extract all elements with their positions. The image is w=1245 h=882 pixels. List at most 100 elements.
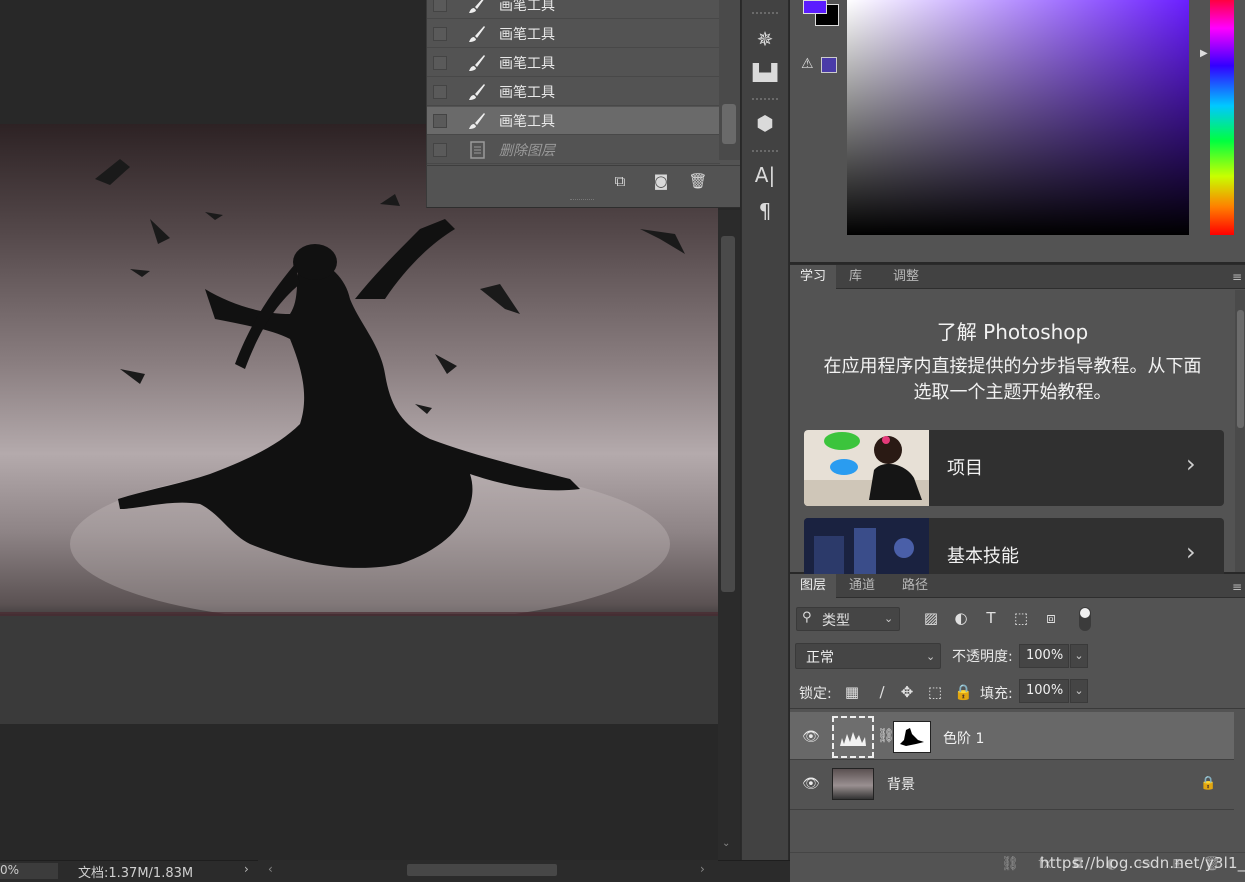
lock-artboard-icon[interactable]: ⬚ [926,683,944,701]
history-state-selected[interactable]: 画笔工具 [427,107,720,135]
horizontal-scroll-thumb[interactable] [407,864,557,876]
eye-visibility-icon[interactable]: 👁 [802,729,820,745]
zoom-level-field[interactable]: 0% [0,863,58,879]
document-icon [470,141,485,159]
status-menu-chevron-icon[interactable]: › [244,862,249,876]
tab-libraries[interactable]: 库 [839,265,872,289]
layer-name[interactable]: 色阶 1 [943,728,984,748]
scroll-down-arrow-icon[interactable]: ⌄ [722,838,730,849]
link-layers-icon[interactable]: ⛓ [1000,856,1020,876]
opacity-label: 不透明度: [952,649,1013,665]
brush-icon [469,55,485,71]
history-state-undone[interactable]: 删除图层 [427,136,720,164]
learn-card-projects[interactable]: 项目 › [804,430,1224,506]
new-document-from-state-icon[interactable]: ⧉ [610,172,630,192]
panel-menu-icon[interactable]: ≡ [1232,580,1242,594]
character-text-icon[interactable]: A| [752,162,778,188]
panel-resize-grip[interactable] [570,199,594,203]
histogram-icon [840,732,866,746]
history-brush-toggle[interactable] [433,85,447,99]
fill-label: 填充: [980,686,1013,702]
history-brush-toggle[interactable] [433,0,447,12]
3d-cube-icon[interactable]: ⬢ [752,110,778,136]
hue-slider[interactable] [1210,0,1234,235]
lock-image-pixels-brush-icon[interactable]: ∕ [873,683,891,701]
trash-icon[interactable]: 🗑 [688,172,708,192]
levels-adjustment-thumbnail[interactable] [832,716,874,758]
history-scroll-thumb[interactable] [722,104,736,144]
lock-position-move-icon[interactable]: ✥ [898,683,916,701]
tab-layers[interactable]: 图层 [790,574,837,598]
watermark-text: https://blog.csdn.net/y3l1_ [1040,854,1245,872]
tab-learn[interactable]: 学习 [790,265,837,289]
learn-scroll-thumb[interactable] [1237,310,1244,428]
chevron-down-icon: ⌄ [884,612,894,625]
history-state-label: 画笔工具 [499,114,555,130]
history-brush-toggle[interactable] [433,114,447,128]
search-icon: ⚲ [802,610,812,625]
learn-card-label: 项目 [947,458,983,479]
chevron-down-icon: ⌄ [926,650,936,663]
history-state[interactable]: 画笔工具 [427,20,720,48]
opacity-field[interactable]: 100% [1019,644,1069,668]
hue-pointer-icon[interactable]: ▶ [1200,48,1208,59]
learn-card-label: 基本技能 [947,546,1019,567]
layers-tabbar: 图层 通道 路径 [790,574,1245,598]
eye-visibility-icon[interactable]: 👁 [802,776,820,792]
document-image[interactable] [0,124,718,724]
histogram-icon[interactable]: ▙▟ [752,60,778,86]
fill-field[interactable]: 100% [1019,679,1069,703]
shape-layer-filter-icon[interactable]: ⬚ [1012,609,1030,627]
brush-icon [469,113,485,129]
saturation-brightness-field[interactable] [847,0,1189,235]
navigator-wheel-icon[interactable]: ✵ [752,26,778,52]
gamut-warning-icon[interactable]: ⚠ [801,56,814,72]
dock-grip[interactable] [752,12,778,16]
blend-mode-value: 正常 [806,650,834,666]
brush-icon [469,0,484,13]
scroll-left-arrow-icon[interactable]: ‹ [268,862,273,876]
adjustment-layer-filter-icon[interactable]: ◐ [952,609,970,627]
history-state[interactable]: 画笔工具 [427,49,720,77]
history-state[interactable]: 画笔工具 [427,78,720,106]
pixel-layer-filter-icon[interactable]: ▨ [922,609,940,627]
history-state-label: 画笔工具 [499,27,555,43]
type-layer-filter-icon[interactable]: T [982,609,1000,627]
mask-silhouette [900,728,924,746]
dancer-silhouette-artwork [0,159,718,724]
divider [790,708,1245,709]
dock-grip[interactable] [752,98,778,102]
lock-all-icon[interactable]: 🔒 [954,683,973,701]
chevron-right-icon: › [1186,450,1196,478]
foreground-color-swatch[interactable] [803,0,827,14]
tab-channels[interactable]: 通道 [839,574,885,598]
history-state[interactable]: 画笔工具 [427,0,720,19]
tab-adjustments[interactable]: 调整 [883,265,929,289]
smart-object-filter-icon[interactable]: ⧈ [1042,609,1060,627]
layer-name[interactable]: 背景 [887,774,915,794]
toggle-knob [1080,608,1090,618]
learn-description: 在应用程序内直接提供的分步指导教程。从下面选取一个主题开始教程。 [823,356,1202,403]
learn-title: 了解 Photoshop [936,320,1089,344]
opacity-dropdown-chevron-icon[interactable]: ⌄ [1070,644,1088,668]
scroll-right-arrow-icon[interactable]: › [700,862,705,876]
lock-label: 锁定: [799,686,832,702]
panel-menu-icon[interactable]: ≡ [1232,270,1242,284]
history-brush-toggle[interactable] [433,27,447,41]
document-size-info: 文档:1.37M/1.83M [78,866,194,881]
history-brush-toggle[interactable] [433,143,447,157]
lock-icon: 🔒 [1200,776,1217,791]
paragraph-icon[interactable]: ¶ [752,198,778,224]
gamut-color-swatch[interactable] [821,57,837,73]
dock-grip[interactable] [752,150,778,154]
vertical-scroll-thumb[interactable] [721,236,735,592]
fill-dropdown-chevron-icon[interactable]: ⌄ [1070,679,1088,703]
history-brush-toggle[interactable] [433,56,447,70]
layer-mask-thumbnail[interactable] [893,721,931,753]
lock-transparent-pixels-icon[interactable]: ▦ [843,683,861,701]
background-layer-thumbnail[interactable] [832,768,874,800]
snapshot-camera-icon[interactable]: ◙ [651,172,671,192]
chevron-right-icon: › [1186,538,1196,566]
history-state-label: 删除图层 [499,143,555,159]
tab-paths[interactable]: 路径 [892,574,938,598]
